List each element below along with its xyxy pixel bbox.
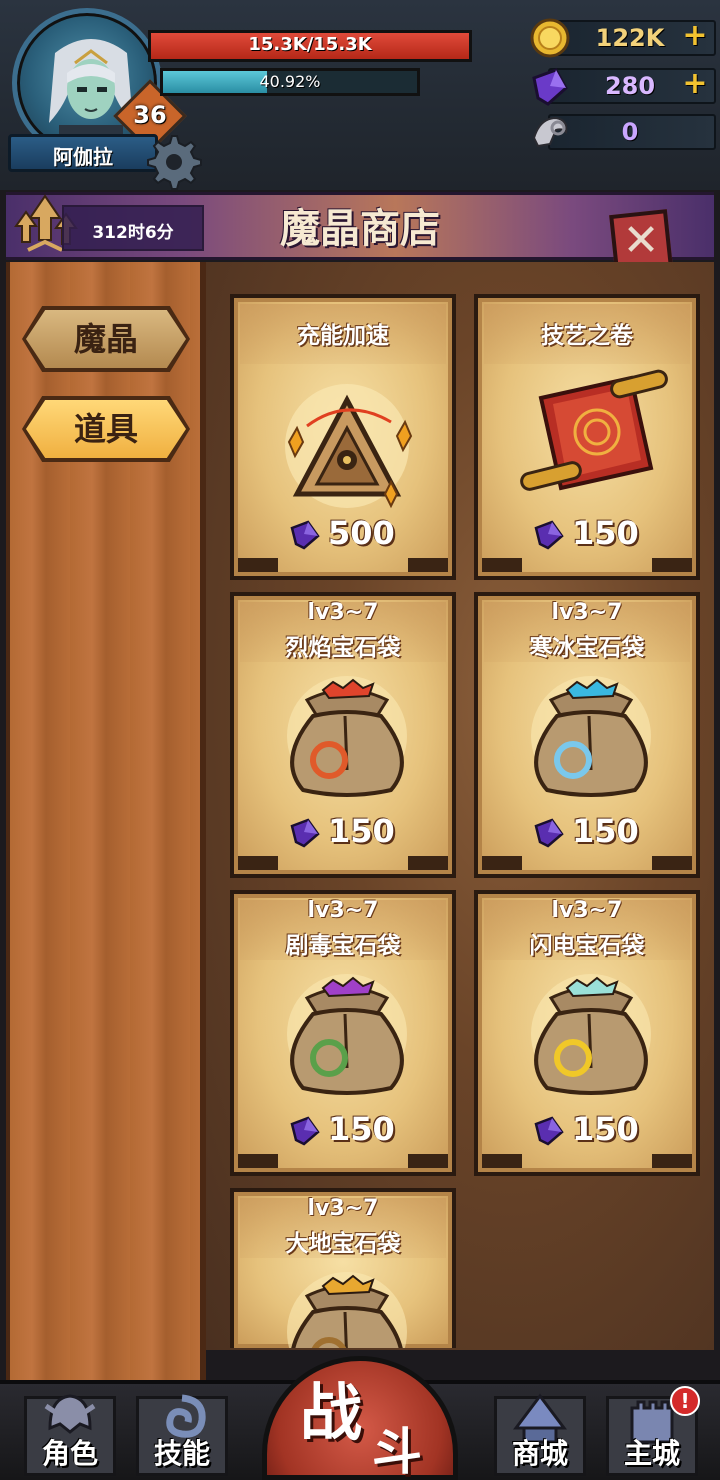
battle-label-1: 战 (300, 1376, 363, 1449)
card-corner (652, 856, 692, 870)
card-corner (408, 1154, 448, 1168)
add-crystal-button[interactable]: + (680, 66, 710, 101)
item-price: 500 (328, 514, 395, 552)
shop-item-card[interactable]: lv3~7 闪电宝石袋 150 (474, 890, 700, 1176)
nav-skill[interactable]: 技能 (136, 1388, 228, 1476)
fire-gem-bag-icon (287, 676, 407, 797)
card-corner (652, 558, 692, 572)
purple-crystal-icon (534, 1116, 564, 1146)
gold-coin-icon (530, 18, 570, 58)
nav-role-label: 角色 (41, 1437, 98, 1470)
item-level-range: lv3~7 (551, 898, 623, 923)
item-price: 150 (572, 514, 639, 552)
item-name: 剧毒宝石袋 (285, 933, 401, 959)
shop-item-card[interactable]: lv3~7 寒冰宝石袋 150 (474, 592, 700, 878)
price-row: 150 (234, 1110, 452, 1150)
purple-crystal-icon (534, 818, 564, 848)
shop-item-card[interactable]: 技艺之卷 150 (474, 294, 700, 580)
nav-city-label: 主城 (623, 1437, 680, 1470)
price-row: 150 (478, 514, 696, 554)
card-corner (482, 856, 522, 870)
hp-text: 15.3K/15.3K (248, 34, 372, 55)
card-corner (482, 558, 522, 572)
item-name: 充能加速 (297, 323, 389, 349)
purple-crystal-icon (290, 520, 320, 550)
tab-crystal[interactable]: 魔晶 (26, 310, 186, 368)
lightning-gem-bag-icon (531, 974, 651, 1095)
item-price: 150 (572, 1110, 639, 1148)
card-corner (652, 1154, 692, 1168)
card-corner (482, 1154, 522, 1168)
card-corner (238, 856, 278, 870)
item-price: 150 (572, 812, 639, 850)
crystal-value: 280 (604, 72, 656, 100)
purple-crystal-icon (290, 1116, 320, 1146)
city-notification-badge: ! (670, 1386, 700, 1416)
poison-gem-bag-icon (287, 974, 407, 1095)
settings-gear-icon[interactable] (142, 130, 202, 190)
card-corner (408, 558, 448, 572)
item-name: 闪电宝石袋 (529, 933, 645, 959)
skill-scroll-icon (520, 369, 668, 491)
player-name: 阿伽拉 (53, 145, 113, 169)
shop-item-card[interactable]: lv3~7 大地宝石袋 (230, 1188, 456, 1348)
price-row: 500 (234, 514, 452, 554)
item-level-range: lv3~7 (307, 600, 379, 625)
nav-mall[interactable]: 商城 (494, 1388, 586, 1476)
card-corner (408, 856, 448, 870)
gold-value: 122K (595, 24, 665, 52)
item-name: 技艺之卷 (541, 323, 633, 349)
nav-role[interactable]: 角色 (24, 1388, 116, 1476)
purple-crystal-icon (534, 520, 564, 550)
nav-skill-label: 技能 (153, 1437, 210, 1470)
item-level-range: lv3~7 (307, 1196, 379, 1221)
nav-mall-label: 商城 (511, 1437, 568, 1470)
item-name: 烈焰宝石袋 (285, 635, 401, 661)
xp-text: 40.92% (259, 72, 321, 91)
shop-title: 魔晶商店 (280, 205, 440, 252)
shop-item-card[interactable]: lv3~7 烈焰宝石袋 150 (230, 592, 456, 878)
tab-items[interactable]: 道具 (26, 400, 186, 458)
item-level-range: lv3~7 (551, 600, 623, 625)
item-price: 150 (328, 1110, 395, 1148)
skull-value: 0 (621, 118, 639, 146)
item-level-range: lv3~7 (307, 898, 379, 923)
ram-skull-icon (532, 116, 568, 148)
battle-label-2: 斗 (372, 1422, 422, 1480)
price-row: 150 (478, 812, 696, 852)
charge-accelerator-icon (285, 384, 413, 509)
player-level: 36 (133, 101, 167, 129)
item-name: 大地宝石袋 (285, 1231, 401, 1257)
shop-item-card[interactable]: 充能加速 500 (230, 294, 456, 580)
price-row: 150 (478, 1110, 696, 1150)
ice-gem-bag-icon (531, 676, 651, 797)
shop-refresh-timer: 312时6分 (92, 223, 174, 243)
add-gold-button[interactable]: + (680, 18, 710, 53)
price-row: 150 (234, 812, 452, 852)
item-name: 寒冰宝石袋 (529, 635, 645, 661)
purple-crystal-icon (290, 818, 320, 848)
purple-crystal-icon (532, 68, 568, 106)
card-corner (238, 558, 278, 572)
card-corner (238, 1154, 278, 1168)
shop-item-card[interactable]: lv3~7 剧毒宝石袋 150 (230, 890, 456, 1176)
item-price: 150 (328, 812, 395, 850)
